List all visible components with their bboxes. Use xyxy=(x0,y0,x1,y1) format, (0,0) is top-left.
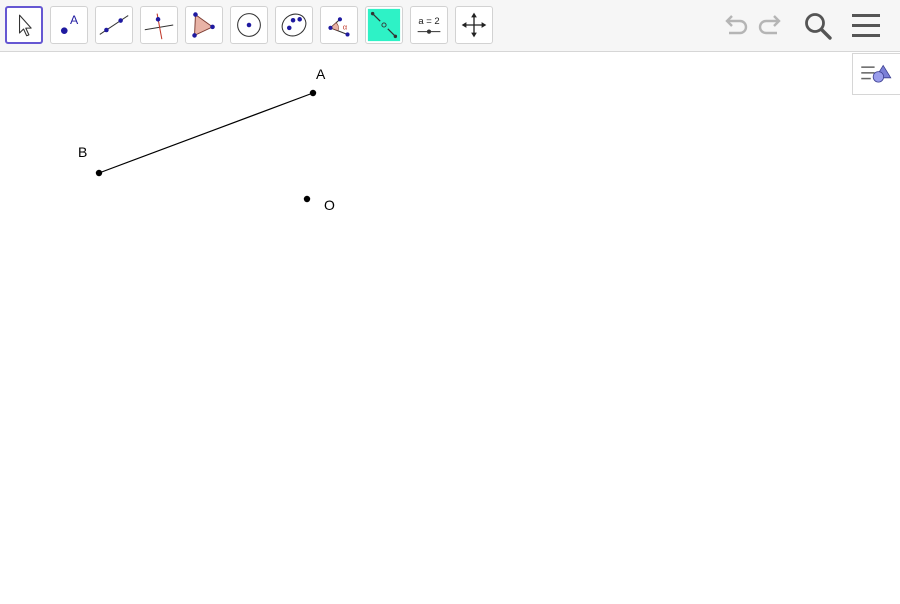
conic-tool-button[interactable] xyxy=(275,6,313,44)
main-menu-button[interactable] xyxy=(848,8,884,44)
search-icon xyxy=(805,13,832,40)
point-a[interactable] xyxy=(309,89,317,97)
move-tool-button[interactable] xyxy=(5,6,43,44)
point-tool-label: A xyxy=(70,13,79,27)
ellipse-icon xyxy=(281,13,307,37)
reflect-about-point-tool-button[interactable] xyxy=(365,6,403,44)
perpendicular-line-icon xyxy=(144,13,174,40)
svg-text:α: α xyxy=(343,23,348,32)
reflect-about-point-icon xyxy=(367,8,401,42)
undo-button[interactable] xyxy=(716,8,752,44)
slider-tool-label: a = 2 xyxy=(418,16,439,27)
perpendicular-line-tool-button[interactable] xyxy=(140,6,178,44)
slider-icon: a = 2 xyxy=(417,16,441,34)
circle-with-center-icon xyxy=(237,13,261,37)
angle-icon: α xyxy=(328,17,350,37)
point-a-label: A xyxy=(316,66,326,82)
point-tool-button[interactable]: A xyxy=(50,6,88,44)
redo-button[interactable] xyxy=(754,8,790,44)
move-graphics-view-tool-button[interactable] xyxy=(455,6,493,44)
point-b-label: B xyxy=(78,144,87,160)
redo-icon xyxy=(758,15,781,35)
polygon-tool-button[interactable] xyxy=(185,6,223,44)
line-through-points-icon xyxy=(99,15,129,35)
cursor-arrow-icon xyxy=(18,14,32,37)
line-tool-button[interactable] xyxy=(95,6,133,44)
point-b[interactable] xyxy=(95,169,103,177)
undo-icon xyxy=(725,15,748,35)
graphics-view[interactable]: A B O xyxy=(0,53,900,600)
point-o[interactable] xyxy=(303,195,311,203)
move-arrows-icon xyxy=(461,12,487,38)
point-o-label: O xyxy=(324,197,335,213)
polygon-icon xyxy=(192,12,215,38)
menu-icon xyxy=(852,14,880,37)
slider-tool-button[interactable]: a = 2 xyxy=(410,6,448,44)
search-button[interactable] xyxy=(800,8,836,44)
angle-tool-button[interactable]: α xyxy=(320,6,358,44)
segment-ab[interactable] xyxy=(98,92,314,174)
circle-tool-button[interactable] xyxy=(230,6,268,44)
toolbar: A α a = 2 xyxy=(0,0,900,52)
point-icon: A xyxy=(60,13,79,34)
